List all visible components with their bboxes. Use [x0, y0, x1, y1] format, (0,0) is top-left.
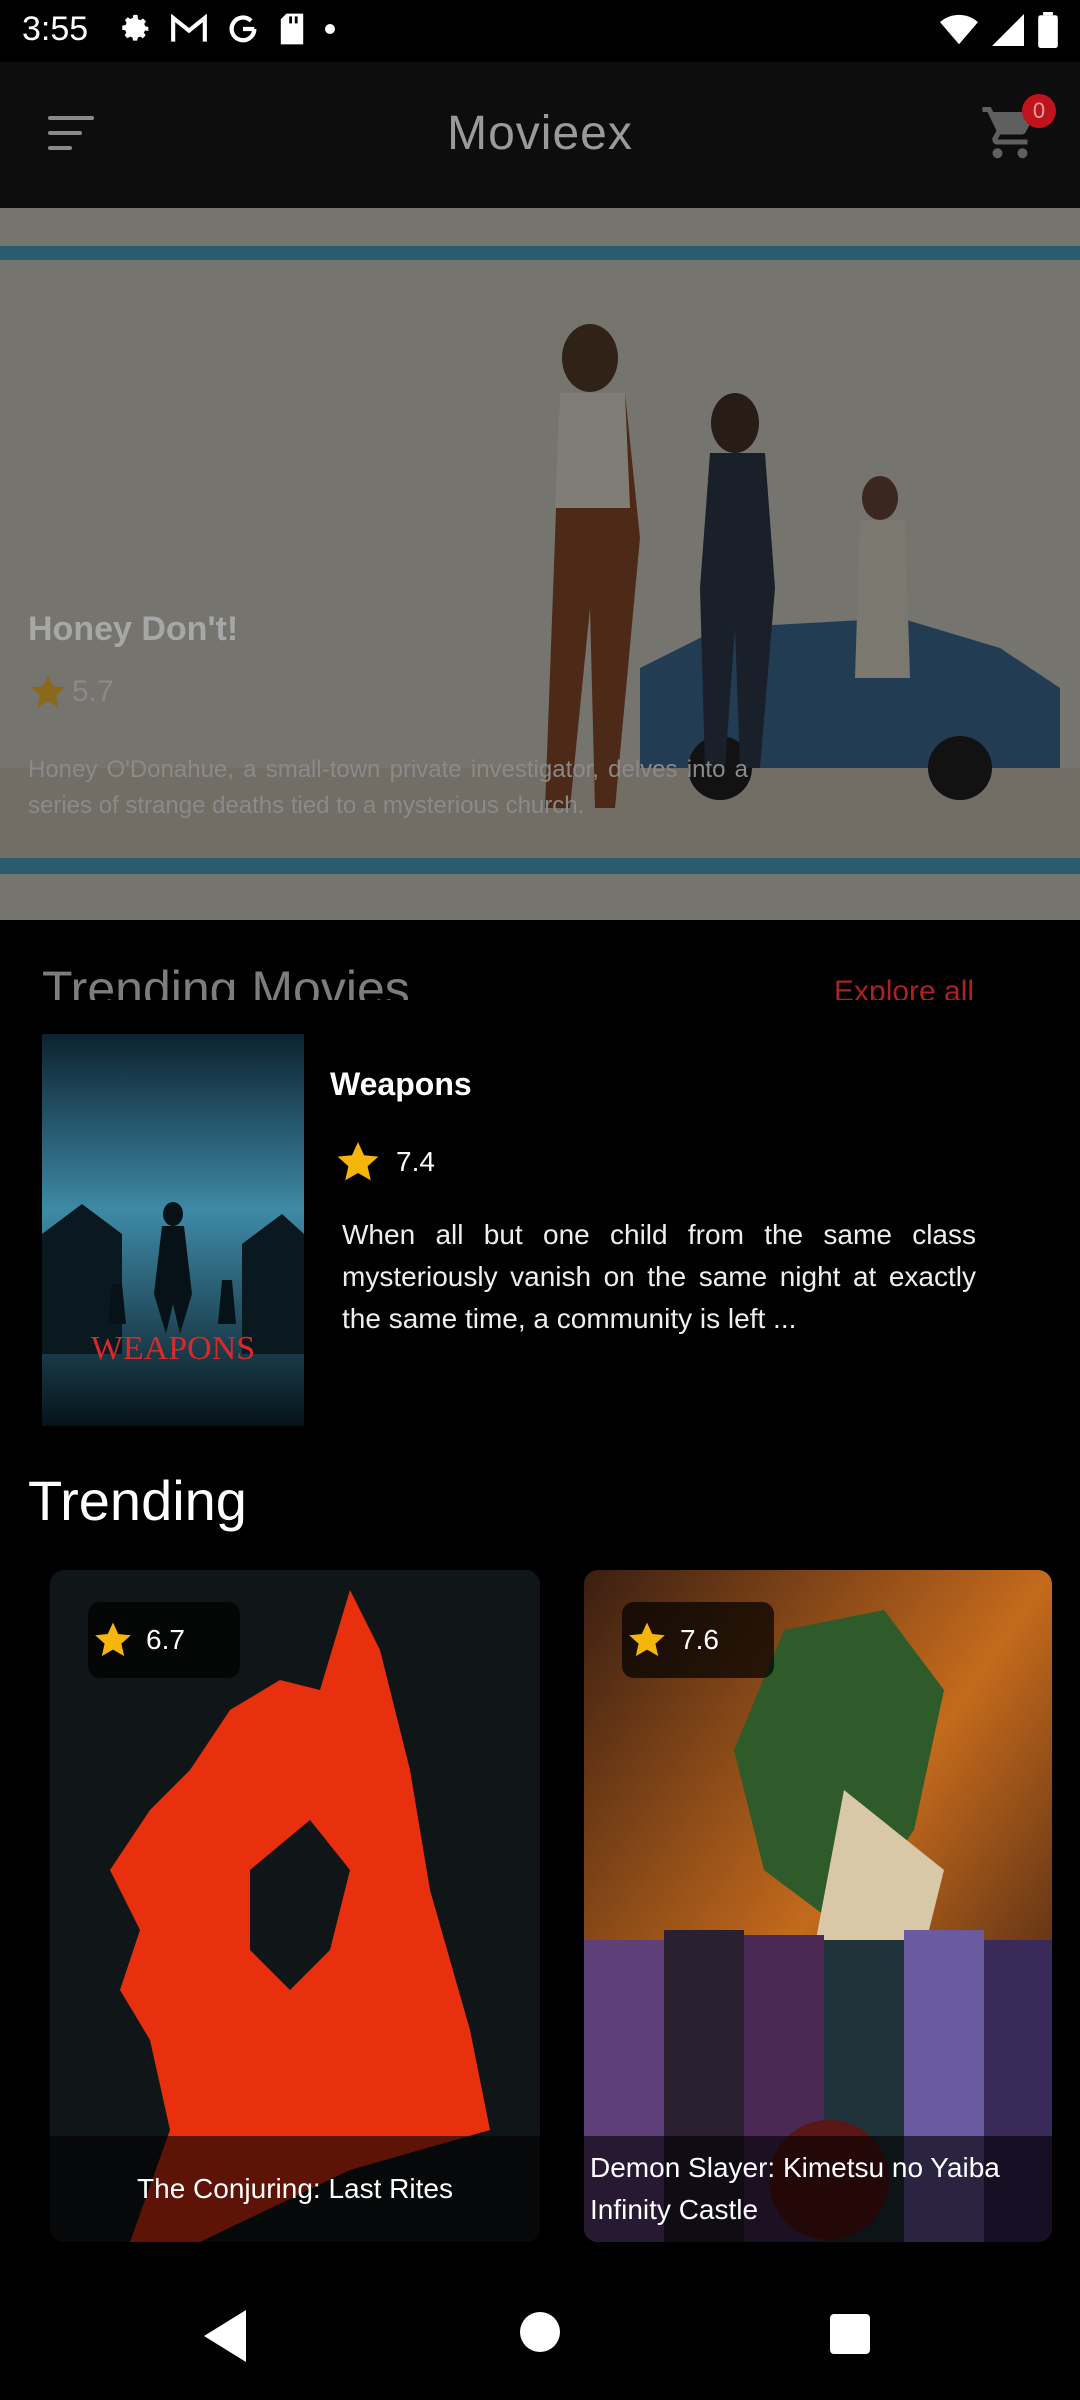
- gmail-icon: [171, 14, 207, 42]
- trending-movies-title: Trending Movies: [42, 961, 410, 1000]
- card-caption: The Conjuring: Last Rites: [50, 2136, 540, 2242]
- system-icons: [940, 12, 1058, 48]
- app-title: Movieex: [447, 107, 633, 160]
- rating-value: 6.7: [146, 1624, 185, 1655]
- trending-movies-header: Trending Movies Explore all: [0, 920, 1080, 1000]
- battery-icon: [1038, 12, 1058, 48]
- featured-poster-text: WEAPONS: [91, 1330, 255, 1367]
- star-icon: [629, 1622, 665, 1657]
- hero-rating-value: 5.7: [72, 675, 114, 708]
- hero-banner[interactable]: Honey Don't! 5.7 Honey O'Donahue, a smal…: [0, 208, 1080, 920]
- recents-icon[interactable]: [830, 2314, 870, 2354]
- rating-badge: 7.6: [622, 1602, 774, 1678]
- star-icon: [31, 675, 65, 708]
- dot-icon: [325, 24, 335, 34]
- trending-title: Trending: [28, 1469, 247, 1532]
- featured-rating: 7.4: [334, 1138, 435, 1186]
- star-icon: [337, 1142, 379, 1181]
- featured-poster[interactable]: WEAPONS: [42, 1034, 304, 1426]
- sd-card-icon: [280, 13, 304, 45]
- explore-all-link[interactable]: Explore all: [834, 975, 974, 1000]
- featured-rating-value: 7.4: [396, 1146, 435, 1177]
- google-icon: [229, 15, 257, 43]
- trending-card[interactable]: 6.7 The Conjuring: Last Rites: [50, 1570, 540, 2242]
- status-bar: 3:55: [0, 0, 1080, 62]
- back-icon[interactable]: [200, 2308, 250, 2364]
- featured-poster-image: WEAPONS: [42, 1034, 304, 1426]
- status-time: 3:55: [22, 10, 89, 48]
- hero-title: Honey Don't!: [28, 610, 239, 648]
- card-title: The Conjuring: Last Rites: [137, 2173, 453, 2204]
- app-bar: Movieex 0: [0, 62, 1080, 208]
- rating-value: 7.6: [680, 1624, 719, 1655]
- cart-count-badge: 0: [1022, 94, 1056, 128]
- featured-title[interactable]: Weapons: [330, 1066, 472, 1103]
- wifi-icon: [940, 14, 978, 45]
- system-nav-bar: [0, 2270, 1080, 2400]
- card-caption: Demon Slayer: Kimetsu no Yaiba Infinity …: [584, 2136, 1052, 2242]
- home-icon[interactable]: [520, 2312, 560, 2352]
- star-icon: [95, 1622, 131, 1657]
- signal-icon: [992, 14, 1024, 46]
- rating-badge: 6.7: [88, 1602, 240, 1678]
- hero-description: Honey O'Donahue, a small-town private in…: [28, 756, 748, 819]
- card-title: Demon Slayer: Kimetsu no Yaiba Infinity …: [590, 2152, 1000, 2225]
- featured-description: When all but one child from the same cla…: [342, 1219, 976, 1334]
- settings-icon: [122, 14, 149, 41]
- trending-card[interactable]: 7.6 Demon Slayer: Kimetsu no Yaiba Infin…: [584, 1570, 1052, 2242]
- notification-icons: [118, 12, 336, 46]
- hero-rating: 5.7: [28, 672, 114, 712]
